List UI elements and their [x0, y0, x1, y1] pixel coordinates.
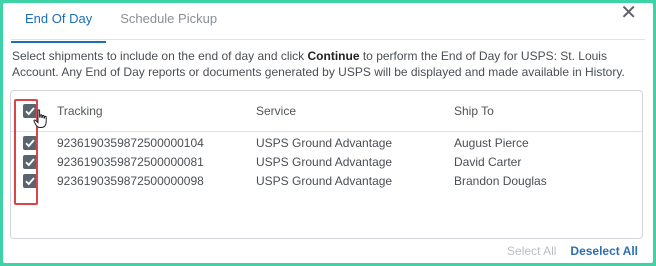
instructions-text: Select shipments to include on the end o…: [12, 48, 640, 80]
select-all-button[interactable]: Select All: [507, 244, 556, 258]
table-row[interactable]: 9236190359872500000081 USPS Ground Advan…: [11, 153, 642, 172]
tab-bar: End Of Day Schedule Pickup: [11, 3, 231, 43]
service-name: USPS Ground Advantage: [256, 136, 393, 150]
column-header-ship-to[interactable]: Ship To: [454, 91, 494, 131]
ship-to-name: David Carter: [454, 155, 522, 169]
tracking-number: 9236190359872500000081: [57, 155, 204, 169]
table-row[interactable]: 9236190359872500000098 USPS Ground Advan…: [11, 172, 642, 191]
instructions-continue: Continue: [307, 49, 360, 63]
footer-links: Select All Deselect All: [507, 244, 638, 258]
column-header-tracking[interactable]: Tracking: [57, 91, 103, 131]
tracking-number: 9236190359872500000098: [57, 174, 204, 188]
close-icon[interactable]: ✕: [620, 3, 637, 23]
ship-to-name: August Pierce: [454, 136, 529, 150]
service-name: USPS Ground Advantage: [256, 174, 393, 188]
tab-end-of-day[interactable]: End Of Day: [11, 3, 107, 43]
deselect-all-button[interactable]: Deselect All: [570, 244, 638, 258]
end-of-day-dialog: End Of Day Schedule Pickup ✕ Select ship…: [3, 3, 653, 263]
tabs-divider: [11, 39, 645, 40]
tab-schedule-pickup[interactable]: Schedule Pickup: [106, 3, 231, 39]
column-header-service[interactable]: Service: [256, 91, 296, 131]
service-name: USPS Ground Advantage: [256, 155, 393, 169]
instructions-part1: Select shipments to include on the end o…: [12, 49, 308, 63]
hand-cursor-icon: [33, 109, 47, 128]
table-header: Tracking Service Ship To: [11, 91, 642, 132]
tracking-number: 9236190359872500000104: [57, 136, 204, 150]
ship-to-name: Brandon Douglas: [454, 174, 547, 188]
shipments-table: Tracking Service Ship To 923619035987250…: [10, 90, 643, 239]
table-row[interactable]: 9236190359872500000104 USPS Ground Advan…: [11, 134, 642, 153]
